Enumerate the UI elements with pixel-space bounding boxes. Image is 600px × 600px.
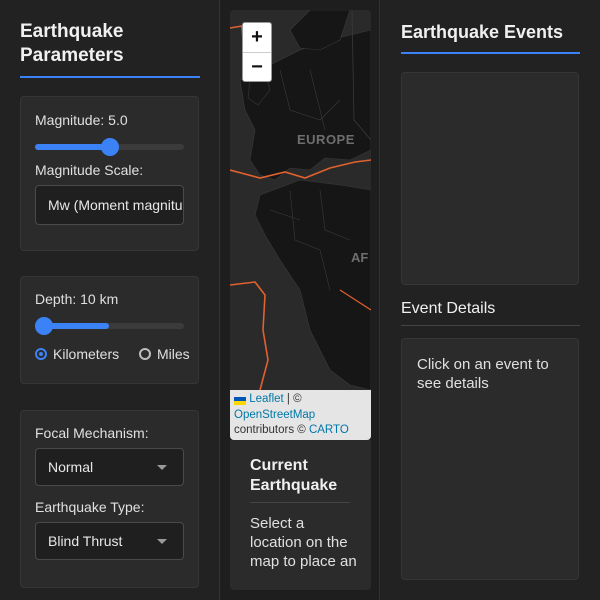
current-earthquake-title: Current Earthquake bbox=[250, 457, 338, 494]
depth-slider[interactable] bbox=[35, 317, 184, 335]
current-title-divider bbox=[250, 502, 350, 503]
attribution-contributors: contributors © bbox=[234, 424, 309, 436]
depth-card: Depth: 10 km Kilometers Miles bbox=[20, 276, 199, 384]
focal-mechanism-value: Normal bbox=[48, 459, 94, 475]
kilometers-radio[interactable] bbox=[35, 348, 47, 360]
current-earthquake-card: Current Earthquake Select a location on … bbox=[230, 440, 371, 590]
magnitude-label: Magnitude: 5.0 bbox=[35, 112, 128, 128]
map[interactable]: EUROPE AF + − Leaflet | © OpenStreetMap … bbox=[230, 10, 371, 440]
event-details-divider bbox=[401, 325, 580, 326]
map-column: EUROPE AF + − Leaflet | © OpenStreetMap … bbox=[221, 0, 380, 600]
magnitude-scale-label: Magnitude Scale: bbox=[35, 162, 144, 178]
earthquake-type-select[interactable]: Blind Thrust bbox=[35, 522, 184, 560]
ukraine-flag-icon bbox=[234, 395, 246, 405]
magnitude-slider-thumb[interactable] bbox=[100, 138, 119, 156]
magnitude-slider-fill bbox=[35, 144, 110, 150]
magnitude-scale-select[interactable]: Mw (Moment magnitude) bbox=[35, 185, 184, 225]
event-details-text: Click on an event to see details bbox=[417, 356, 549, 392]
leaflet-link[interactable]: Leaflet bbox=[249, 393, 284, 405]
zoom-in-button[interactable]: + bbox=[243, 23, 271, 52]
current-earthquake-text: Select a location on the map to place an bbox=[250, 515, 357, 570]
events-title-underline bbox=[401, 52, 580, 54]
earthquake-type-value: Blind Thrust bbox=[48, 533, 123, 549]
parameters-panel: Earthquake Parameters Magnitude: 5.0 Mag… bbox=[0, 0, 220, 600]
events-title: Earthquake Events bbox=[401, 22, 564, 42]
event-details-title: Event Details bbox=[401, 300, 496, 317]
focal-card: Focal Mechanism: Normal Earthquake Type:… bbox=[20, 410, 199, 588]
map-label-africa: AF bbox=[351, 250, 369, 265]
map-attribution: Leaflet | © OpenStreetMap contributors ©… bbox=[230, 390, 371, 440]
chevron-down-icon bbox=[157, 539, 167, 544]
carto-link[interactable]: CARTO bbox=[309, 424, 349, 436]
zoom-control: + − bbox=[242, 22, 272, 82]
focal-mechanism-label: Focal Mechanism: bbox=[35, 425, 149, 441]
chevron-down-icon bbox=[157, 465, 167, 470]
parameters-title-underline bbox=[20, 76, 200, 78]
miles-label[interactable]: Miles bbox=[157, 346, 190, 362]
event-details-card: Click on an event to see details bbox=[401, 338, 579, 580]
magnitude-card: Magnitude: 5.0 Magnitude Scale: Mw (Mome… bbox=[20, 96, 199, 251]
events-panel: Earthquake Events Event Details Click on… bbox=[381, 0, 600, 600]
miles-radio[interactable] bbox=[139, 348, 151, 360]
depth-slider-thumb[interactable] bbox=[35, 317, 54, 335]
earthquake-type-label: Earthquake Type: bbox=[35, 499, 145, 515]
magnitude-scale-value: Mw (Moment magnitude) bbox=[48, 197, 183, 213]
events-list[interactable] bbox=[401, 72, 579, 285]
focal-mechanism-select[interactable]: Normal bbox=[35, 448, 184, 486]
kilometers-label[interactable]: Kilometers bbox=[53, 346, 119, 362]
depth-label: Depth: 10 km bbox=[35, 291, 119, 307]
magnitude-slider[interactable] bbox=[35, 138, 184, 156]
osm-link[interactable]: OpenStreetMap bbox=[234, 409, 315, 421]
parameters-title: Earthquake Parameters bbox=[20, 21, 124, 66]
map-label-europe: EUROPE bbox=[297, 132, 355, 147]
attribution-sep: | © bbox=[283, 393, 302, 405]
zoom-out-button[interactable]: − bbox=[243, 53, 271, 82]
